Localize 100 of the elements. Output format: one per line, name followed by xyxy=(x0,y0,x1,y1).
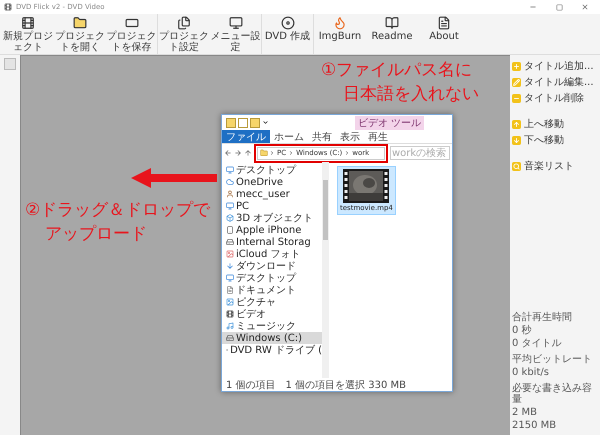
nav-label: iCloud フォト xyxy=(236,248,301,261)
photo-icon xyxy=(226,250,234,258)
nav-label: デスクトップ xyxy=(236,272,296,285)
ribbon-tab[interactable]: 表示 xyxy=(336,130,364,143)
nav-label: ドキュメント xyxy=(236,284,296,297)
ribbon-tab[interactable]: 再生 xyxy=(364,130,392,143)
chevron-icon xyxy=(269,150,275,156)
nav-item[interactable]: ミュージック xyxy=(222,320,322,332)
nav-item[interactable]: Internal Storag xyxy=(222,236,322,248)
book-icon xyxy=(385,16,399,30)
ribbon-tab[interactable]: 共有 xyxy=(308,130,336,143)
nav-label: ダウンロード xyxy=(236,260,296,272)
nav-item[interactable]: デスクトップ xyxy=(222,164,322,176)
ribbon-tab[interactable]: ホーム xyxy=(270,130,308,143)
toolbar-button[interactable]: 新規プロジェクト xyxy=(2,14,54,54)
annotation-text: ①ファイルパス名に xyxy=(321,59,472,82)
film-icon xyxy=(21,16,35,30)
toolbar-button[interactable]: About xyxy=(418,14,470,54)
side-action[interactable]: タイトル編集... xyxy=(512,75,598,89)
folder-icon xyxy=(226,118,236,128)
toolbar-button[interactable]: DVD 作成 xyxy=(262,14,314,54)
document-icon xyxy=(238,118,248,128)
ribbon-tab[interactable]: ファイル xyxy=(222,130,270,143)
nav-label: OneDrive xyxy=(236,176,284,188)
back-button[interactable] xyxy=(224,149,232,157)
slot-icon xyxy=(124,16,138,30)
drive-icon xyxy=(226,238,234,246)
monitor-icon xyxy=(228,16,242,30)
stat-text: 2 MB xyxy=(512,407,538,418)
toolbar-button[interactable]: プロジェクトを開く xyxy=(54,14,106,54)
side-action[interactable]: 音楽リスト xyxy=(512,159,598,173)
person-icon xyxy=(226,190,234,198)
cube-icon xyxy=(226,214,234,222)
nav-item[interactable]: デスクトップ xyxy=(222,272,322,284)
toolbar-button[interactable]: メニュー設定 xyxy=(210,14,262,54)
up-button[interactable] xyxy=(244,149,252,157)
flame-icon xyxy=(333,16,347,30)
scrollbar[interactable] xyxy=(322,162,329,378)
nav-label: Windows (C:) xyxy=(236,332,302,344)
status-text: 1 個の項目を選択 330 MB xyxy=(286,378,406,392)
nav-label: PC xyxy=(236,200,250,212)
close-icon[interactable] xyxy=(581,3,589,11)
folder-icon xyxy=(260,149,268,157)
side-action[interactable]: タイトル追加... xyxy=(512,59,598,73)
stat-text: 0 タイトル xyxy=(512,338,563,349)
nav-item[interactable]: ダウンロード xyxy=(222,260,322,272)
toolbar-button[interactable]: プロジェクト設定 xyxy=(158,14,210,54)
chevron-icon xyxy=(344,150,350,156)
film-icon xyxy=(226,310,234,318)
stat-text: 0 秒 xyxy=(512,325,533,336)
stat-text: 0 kbit/s xyxy=(512,367,550,378)
nav-item[interactable]: OneDrive xyxy=(222,176,322,188)
dropdown-icon[interactable] xyxy=(262,119,269,126)
nav-item[interactable]: ドキュメント xyxy=(222,284,322,296)
drive-icon xyxy=(226,334,234,342)
nav-item[interactable]: PC xyxy=(222,200,322,212)
music-note-icon xyxy=(226,322,234,330)
nav-item[interactable]: ビデオ xyxy=(222,308,322,320)
chevron-icon xyxy=(288,150,294,156)
monitor-icon xyxy=(226,166,234,174)
nav-label: mecc_user xyxy=(236,188,290,200)
nav-label: Internal Storag xyxy=(236,236,311,248)
nav-label: Apple iPhone xyxy=(236,224,302,236)
search-field[interactable]: workの検索 xyxy=(390,146,450,160)
nav-label: DVD RW ドライブ ( xyxy=(230,344,322,357)
nav-label: ミュージック xyxy=(236,320,296,333)
monitor-icon xyxy=(226,202,234,210)
nav-item[interactable]: DVD RW ドライブ ( xyxy=(222,344,322,356)
nav-label: 3D オブジェクト xyxy=(236,212,314,225)
folder-icon xyxy=(73,16,87,30)
nav-item[interactable]: mecc_user xyxy=(222,188,322,200)
nav-item[interactable]: ピクチャ xyxy=(222,296,322,308)
toolbar-button[interactable]: ImgBurn xyxy=(314,14,366,54)
document-icon xyxy=(437,16,451,30)
stat-text: 必要な書き込み容量 xyxy=(512,383,593,405)
toolbar-button[interactable]: プロジェクトを保存 xyxy=(106,14,158,54)
stat-text: 2150 MB xyxy=(512,420,558,431)
nav-item[interactable]: 3D オブジェクト xyxy=(222,212,322,224)
maximize-icon[interactable] xyxy=(556,4,562,10)
forward-button[interactable] xyxy=(234,149,242,157)
document-icon xyxy=(226,286,234,294)
side-action[interactable]: 上へ移動 xyxy=(512,117,598,131)
nav-item[interactable]: Windows (C:) xyxy=(222,332,322,344)
nav-label: デスクトップ xyxy=(236,164,296,177)
annotation-text: ②ドラッグ＆ドロップで xyxy=(25,199,210,222)
nav-item[interactable]: iCloud フォト xyxy=(222,248,322,260)
side-action[interactable]: 下へ移動 xyxy=(512,133,598,147)
toolbar-button[interactable]: Readme xyxy=(366,14,418,54)
download-arrow-icon xyxy=(226,262,234,270)
nav-label: ビデオ xyxy=(236,308,266,321)
nav-item[interactable]: Apple iPhone xyxy=(222,224,322,236)
stat-text: 平均ビットレート xyxy=(512,354,593,365)
nav-label: ピクチャ xyxy=(236,296,276,309)
annotation-text: アップロード xyxy=(45,223,147,246)
phone-icon xyxy=(226,226,234,234)
side-action[interactable]: タイトル削除 xyxy=(512,91,598,105)
status-text: 1 個の項目 xyxy=(226,378,276,392)
cloud-icon xyxy=(226,178,234,186)
documents-icon xyxy=(177,16,191,30)
app-icon xyxy=(4,3,12,11)
